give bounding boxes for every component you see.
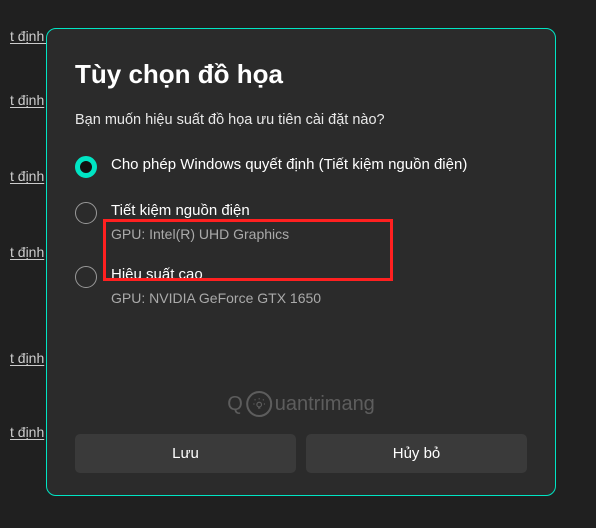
radio-label: Tiết kiệm nguồn điện xyxy=(111,200,527,222)
radio-option-windows-decide[interactable]: Cho phép Windows quyết định (Tiết kiệm n… xyxy=(75,150,527,182)
lightbulb-icon xyxy=(246,391,272,417)
watermark-text-left: Q xyxy=(227,393,243,416)
graphics-preference-dialog: Tùy chọn đồ họa Bạn muốn hiệu suất đồ họ… xyxy=(46,28,556,496)
radio-indicator-icon xyxy=(75,266,97,288)
save-button[interactable]: Lưu xyxy=(75,434,296,473)
radio-indicator-icon xyxy=(75,156,97,178)
radio-option-high-performance[interactable]: Hiệu suất cao GPU: NVIDIA GeForce GTX 16… xyxy=(75,260,527,310)
dialog-title: Tùy chọn đồ họa xyxy=(75,59,527,90)
radio-sublabel: GPU: Intel(R) UHD Graphics xyxy=(111,226,527,242)
cancel-button[interactable]: Hủy bỏ xyxy=(306,434,527,473)
radio-option-power-saving[interactable]: Tiết kiệm nguồn điện GPU: Intel(R) UHD G… xyxy=(75,196,527,246)
watermark: Q uantrimang xyxy=(227,391,375,417)
dialog-subtitle: Bạn muốn hiệu suất đồ họa ưu tiên cài đặ… xyxy=(75,112,527,128)
radio-sublabel: GPU: NVIDIA GeForce GTX 1650 xyxy=(111,290,527,306)
radio-indicator-icon xyxy=(75,202,97,224)
dialog-button-row: Lưu Hủy bỏ xyxy=(75,434,527,473)
watermark-text-right: uantrimang xyxy=(275,393,375,416)
radio-label: Hiệu suất cao xyxy=(111,264,527,286)
radio-label: Cho phép Windows quyết định (Tiết kiệm n… xyxy=(111,154,527,176)
